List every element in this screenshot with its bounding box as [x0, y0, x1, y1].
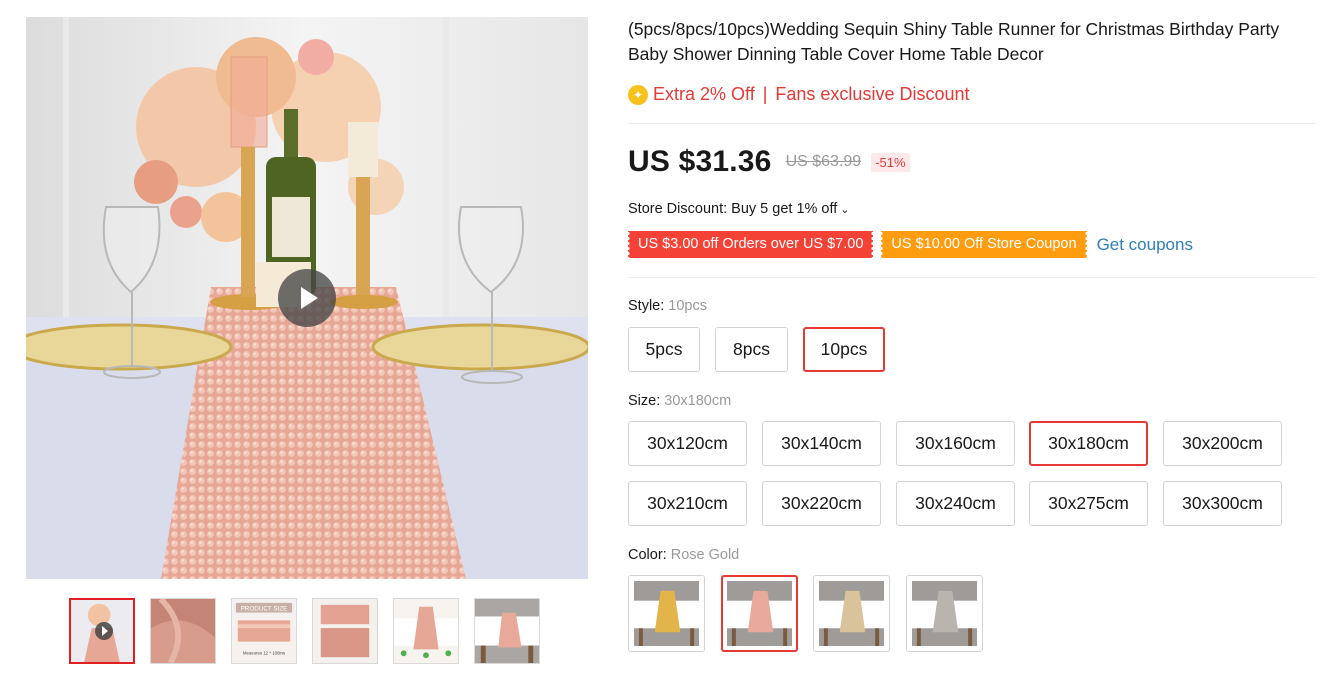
thumbnail-image — [394, 599, 458, 663]
price-row: US $31.36 US $63.99 -51% — [628, 145, 910, 179]
style-selected-value: 10pcs — [668, 298, 707, 314]
promo-banner[interactable]: ✦ Extra 2% Off | Fans exclusive Discount — [628, 84, 970, 105]
color-selected-value: Rose Gold — [670, 547, 740, 563]
promo-fans-discount: Fans exclusive Discount — [775, 84, 970, 104]
color-swatch-gold[interactable] — [628, 575, 705, 652]
size-selected-value: 30x180cm — [664, 393, 732, 409]
get-coupons-link[interactable]: Get coupons — [1097, 235, 1193, 255]
size-option-30x120[interactable]: 30x120cm — [628, 421, 747, 466]
size-option-30x220[interactable]: 30x220cm — [762, 481, 881, 526]
chevron-down-icon: ⌄ — [840, 204, 850, 216]
coupon-store[interactable]: US $10.00 Off Store Coupon — [881, 231, 1087, 258]
swatch-image — [912, 581, 977, 646]
thumbnail-image — [151, 599, 215, 663]
style-label: Style: 10pcs — [628, 298, 707, 314]
size-label-text: Size: — [628, 393, 661, 409]
style-option-8pcs[interactable]: 8pcs — [715, 327, 788, 372]
style-option-5pcs[interactable]: 5pcs — [628, 327, 700, 372]
thumbnail-table-room[interactable] — [474, 598, 540, 664]
play-icon — [95, 622, 113, 640]
color-label: Color: Rose Gold — [628, 547, 739, 563]
style-label-text: Style: — [628, 298, 665, 314]
size-option-30x140[interactable]: 30x140cm — [762, 421, 881, 466]
color-swatch-champagne[interactable] — [813, 575, 890, 652]
coin-icon: ✦ — [628, 84, 648, 105]
color-swatch-silver[interactable] — [906, 575, 983, 652]
play-video-button[interactable] — [278, 269, 336, 327]
size-option-30x210[interactable]: 30x210cm — [628, 481, 747, 526]
divider — [628, 123, 1316, 124]
thumbnail-measure-text: Measures 12 * 108ins — [243, 650, 286, 655]
thumbnail-video[interactable] — [69, 598, 135, 664]
current-price: US $31.36 — [628, 145, 772, 178]
divider — [628, 277, 1316, 278]
size-label: Size: 30x180cm — [628, 393, 731, 409]
thumbnail-product-size[interactable]: PRODUCT SIZE Measures 12 * 108ins — [231, 598, 297, 664]
thumbnail-table-setting[interactable] — [393, 598, 459, 664]
coupon-orders-over[interactable]: US $3.00 off Orders over US $7.00 — [628, 231, 874, 258]
style-option-10pcs[interactable]: 10pcs — [803, 327, 885, 372]
discount-badge: -51% — [871, 152, 910, 172]
size-option-30x180[interactable]: 30x180cm — [1029, 421, 1148, 466]
store-discount[interactable]: Store Discount: Buy 5 get 1% off ⌄ — [628, 201, 850, 217]
swatch-image — [727, 581, 792, 646]
thumbnail-image — [475, 599, 539, 663]
store-discount-text: Store Discount: Buy 5 get 1% off — [628, 201, 838, 217]
thumbnail-image: PRODUCT SIZE Measures 12 * 108ins — [232, 599, 296, 663]
size-option-30x240[interactable]: 30x240cm — [896, 481, 1015, 526]
size-option-30x275[interactable]: 30x275cm — [1029, 481, 1148, 526]
promo-extra-off: Extra 2% Off — [653, 84, 755, 104]
main-product-image[interactable] — [26, 17, 588, 579]
promo-separator: | — [762, 84, 768, 104]
product-title: (5pcs/8pcs/10pcs)Wedding Sequin Shiny Ta… — [628, 19, 1280, 64]
swatch-image — [819, 581, 884, 646]
size-option-30x200[interactable]: 30x200cm — [1163, 421, 1282, 466]
original-price: US $63.99 — [785, 153, 862, 170]
thumbnail-sequin-panels[interactable] — [312, 598, 378, 664]
coupon-row: US $3.00 off Orders over US $7.00 US $10… — [628, 231, 1193, 258]
thumbnail-title-text: PRODUCT SIZE — [241, 606, 288, 613]
size-option-30x300[interactable]: 30x300cm — [1163, 481, 1282, 526]
thumbnail-image — [313, 599, 377, 663]
color-label-text: Color: — [628, 547, 667, 563]
product-info: (5pcs/8pcs/10pcs)Wedding Sequin Shiny Ta… — [628, 17, 1318, 67]
size-option-30x160[interactable]: 30x160cm — [896, 421, 1015, 466]
color-swatch-rose-gold[interactable] — [721, 575, 798, 652]
swatch-image — [634, 581, 699, 646]
thumbnail-sequin-closeup[interactable] — [150, 598, 216, 664]
